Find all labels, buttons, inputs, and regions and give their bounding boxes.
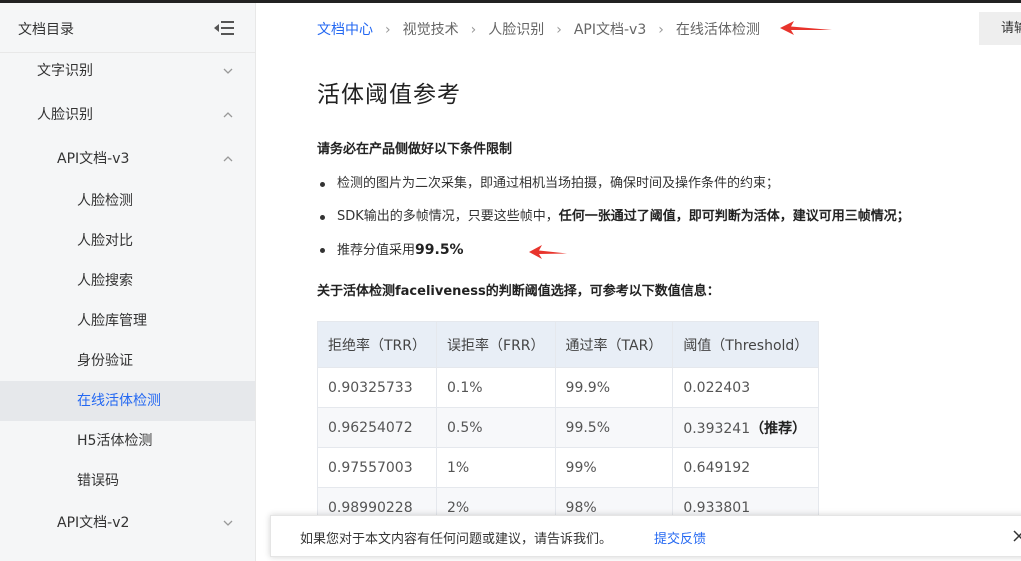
sidebar-item-api-v3[interactable]: API文档-v3 — [0, 139, 255, 179]
bullet-text: 推荐分值采用99.5% — [337, 239, 464, 262]
table-row: 0.90325733 0.1% 99.9% 0.022403 — [316, 367, 820, 408]
threshold-value: 0.393241 — [683, 420, 751, 437]
chevron-down-icon — [223, 520, 233, 526]
table-header-row: 拒绝率（TRR） 误拒率（FRR） 通过率（TAR） 阈值（Threshold） — [316, 321, 820, 368]
list-item: 检测的图片为二次采集，即通过相机当场拍摄，确保时间及操作条件的约束； — [317, 173, 1017, 195]
bullet-text: SDK输出的多帧情况，只要这些帧中，任何一张通过了阈值，即可判断为活体，建议可用… — [337, 206, 910, 228]
submit-feedback-link[interactable]: 提交反馈 — [654, 528, 706, 547]
bullet-icon — [320, 248, 325, 253]
breadcrumb-doc-center[interactable]: 文档中心 — [317, 19, 373, 39]
sidebar-item-face-library[interactable]: 人脸库管理 — [0, 301, 255, 341]
sidebar-item-label: 人脸搜索 — [77, 273, 133, 289]
table-header-cell: 误拒率（FRR） — [436, 321, 556, 368]
breadcrumb-api-v3[interactable]: API文档-v3 — [574, 19, 646, 39]
bullet-icon — [320, 182, 325, 187]
collapse-sidebar-icon[interactable] — [208, 17, 236, 39]
sidebar-item-face-compare[interactable]: 人脸对比 — [0, 221, 255, 261]
sidebar-item-h5-liveness[interactable]: H5活体检测 — [0, 421, 255, 461]
page-title: 活体阈值参考 — [317, 82, 461, 108]
sidebar-item-label: 文字识别 — [37, 63, 93, 79]
sidebar-item-label: 人脸识别 — [37, 107, 93, 123]
sidebar-title: 文档目录 — [18, 22, 74, 38]
recommended-score: 99.5% — [415, 242, 464, 258]
red-arrow-icon — [780, 21, 832, 35]
breadcrumb: 文档中心 › 视觉技术 › 人脸识别 › API文档-v3 › 在线活体检测 — [317, 19, 760, 39]
table-header-cell: 阈值（Threshold） — [672, 321, 820, 368]
table-cell: 99.9% — [554, 367, 674, 408]
sidebar-item-label: 身份验证 — [77, 353, 133, 369]
sidebar-header: 文档目录 — [0, 3, 255, 53]
feedback-bar: 如果您对于本文内容有任何问题或建议，请告诉我们。 提交反馈 — [270, 515, 1021, 557]
table-cell: 1% — [436, 447, 556, 488]
requirement-title: 请务必在产品侧做好以下条件限制 — [317, 142, 513, 157]
sidebar-item-label: API文档-v3 — [57, 151, 130, 167]
chevron-down-icon — [223, 68, 233, 74]
sidebar-item-id-verify[interactable]: 身份验证 — [0, 341, 255, 381]
sidebar-item-online-liveness[interactable]: 在线活体检测 — [0, 381, 255, 421]
recommended-badge: （推荐） — [750, 420, 807, 437]
bullet-plain-text: SDK输出的多帧情况，只要这些帧中， — [337, 209, 559, 224]
table-cell: 0.022403 — [672, 367, 820, 408]
list-item: SDK输出的多帧情况，只要这些帧中，任何一张通过了阈值，即可判断为活体，建议可用… — [317, 206, 1017, 228]
table-cell: 0.649192 — [672, 447, 820, 488]
sidebar-item-label: API文档-v2 — [57, 515, 130, 531]
table-cell: 99% — [554, 447, 674, 488]
bullet-text: 检测的图片为二次采集，即通过相机当场拍摄，确保时间及操作条件的约束； — [337, 176, 780, 191]
sidebar-item-label: 在线活体检测 — [77, 393, 161, 409]
breadcrumb-face[interactable]: 人脸识别 — [488, 19, 544, 39]
table-cell: 99.5% — [554, 407, 674, 448]
list-item: 推荐分值采用99.5% — [317, 239, 1017, 261]
chevron-up-icon — [223, 156, 233, 162]
sidebar-item-ocr[interactable]: 文字识别 — [0, 51, 255, 91]
table-cell: 0.97557003 — [316, 447, 438, 488]
chevron-up-icon — [223, 112, 233, 118]
sidebar-item-label: 错误码 — [77, 473, 119, 489]
bullet-strong-text: 任何一张通过了阈值，即可判断为活体，建议可用三帧情况； — [558, 209, 910, 224]
help-button[interactable]: 请输 — [979, 12, 1021, 45]
table-cell: 0.90325733 — [316, 367, 438, 408]
breadcrumb-separator-icon: › — [556, 22, 562, 38]
table-header-cell: 通过率（TAR） — [554, 321, 674, 368]
sidebar-item-face-search[interactable]: 人脸搜索 — [0, 261, 255, 301]
table-row: 0.97557003 1% 99% 0.649192 — [316, 447, 820, 488]
sidebar-item-face[interactable]: 人脸识别 — [0, 95, 255, 135]
breadcrumb-separator-icon: › — [470, 22, 477, 38]
breadcrumb-vision[interactable]: 视觉技术 — [403, 19, 459, 39]
doc-content: 文档中心 › 视觉技术 › 人脸识别 › API文档-v3 › 在线活体检测 请输 活体阈值参考… — [257, 3, 1021, 561]
sidebar-item-label: 人脸对比 — [77, 233, 133, 249]
sidebar-item-error-codes[interactable]: 错误码 — [0, 461, 255, 501]
breadcrumb-current: 在线活体检测 — [675, 22, 760, 38]
sidebar-item-face-detect[interactable]: 人脸检测 — [0, 181, 255, 221]
feedback-text: 如果您对于本文内容有任何问题或建议，请告诉我们。 — [300, 532, 613, 547]
sidebar-item-label: 人脸检测 — [77, 193, 133, 209]
threshold-question: 关于活体检测faceliveness的判断阈值选择，可参考以下数值信息： — [317, 284, 720, 299]
threshold-table: 拒绝率（TRR） 误拒率（FRR） 通过率（TAR） 阈值（Threshold）… — [316, 321, 820, 528]
table-header-cell: 拒绝率（TRR） — [316, 321, 438, 368]
bullet-plain-text: 推荐分值采用 — [337, 243, 416, 258]
sidebar-item-api-v2[interactable]: API文档-v2 — [0, 503, 255, 543]
table-cell: 0.96254072 — [316, 407, 438, 448]
sidebar-item-label: 人脸库管理 — [77, 313, 147, 329]
breadcrumb-separator-icon: › — [658, 22, 664, 38]
red-arrow-icon — [529, 245, 567, 259]
breadcrumb-separator-icon: › — [385, 22, 391, 38]
bullet-icon — [320, 215, 325, 220]
doc-sidebar: 文档目录 文字识别 人脸识别 API文档-v3 人脸检测 人脸对比 人脸搜索 人… — [0, 3, 256, 561]
table-cell: 0.1% — [436, 367, 556, 408]
table-cell: 0.393241（推荐） — [672, 407, 820, 448]
table-row: 0.96254072 0.5% 99.5% 0.393241（推荐） — [316, 407, 820, 448]
close-icon[interactable] — [1012, 529, 1021, 543]
table-cell: 0.5% — [436, 407, 556, 448]
sidebar-item-label: H5活体检测 — [77, 433, 153, 449]
